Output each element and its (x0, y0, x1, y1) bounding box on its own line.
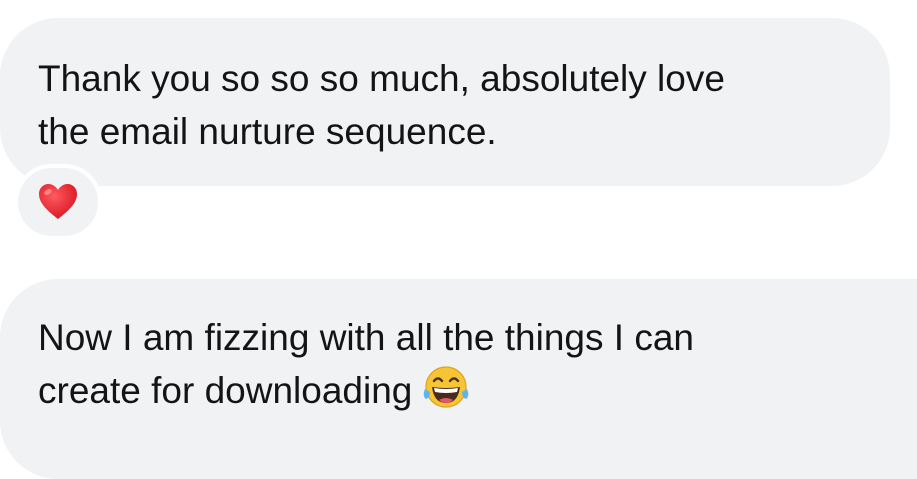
heart-icon (39, 184, 77, 219)
message-2-line-2: create for downloading (38, 364, 877, 425)
message-bubble-2[interactable]: Now I am fizzing with all the things I c… (0, 279, 917, 479)
message-2-line-1: Now I am fizzing with all the things I c… (38, 317, 695, 358)
message-bubble-1[interactable]: Thank you so so so much, absolutely love… (0, 18, 890, 186)
message-1-line-2: the email nurture sequence. (38, 111, 497, 152)
reaction-badge[interactable] (14, 164, 102, 240)
laughing-tears-icon (422, 365, 470, 425)
message-1-line-1: Thank you so so so much, absolutely love (38, 58, 725, 99)
message-2-line-2-text: create for downloading (38, 370, 413, 411)
